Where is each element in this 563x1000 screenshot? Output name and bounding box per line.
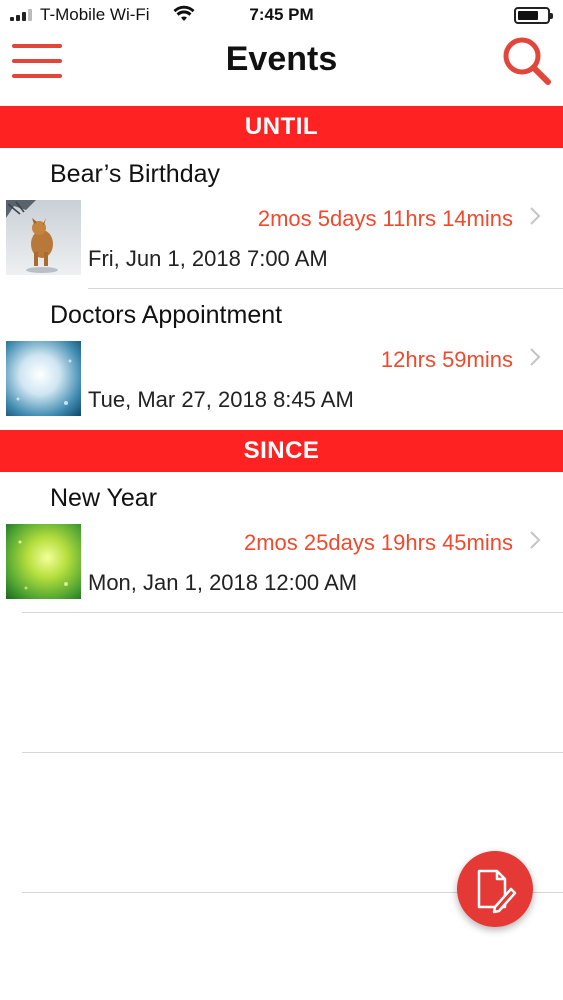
- event-title: Doctors Appointment: [50, 301, 283, 329]
- event-title: Bear’s Birthday: [50, 160, 220, 188]
- new-event-button[interactable]: [457, 851, 533, 927]
- time-remaining: 12hrs 59mins: [380, 347, 513, 372]
- time-remaining: 2mos 5days 11hrs 14mins: [257, 206, 513, 231]
- time-elapsed: 2mos 25days 19hrs 45mins: [243, 530, 513, 555]
- dog-in-snow-photo: [6, 200, 81, 275]
- row-divider: [22, 752, 563, 753]
- cellular-signal-icon: [10, 9, 32, 21]
- event-row-doctors-appointment[interactable]: Doctors Appointment 12hrs 59mins Tue, Ma…: [0, 289, 563, 429]
- chevron-right-icon: [530, 531, 541, 549]
- status-bar: T-Mobile Wi-Fi 7:45 PM: [0, 0, 563, 32]
- section-header-until: UNTIL: [0, 106, 563, 148]
- event-date: Fri, Jun 1, 2018 7:00 AM: [88, 246, 328, 271]
- event-row-bears-birthday[interactable]: Bear’s Birthday 2mos 5days 11hrs 14mins …: [0, 148, 563, 288]
- page-title: Events: [225, 40, 338, 78]
- nav-bar: Events: [0, 32, 563, 106]
- search-icon[interactable]: [500, 32, 556, 88]
- section-header-since: SINCE: [0, 430, 563, 472]
- chevron-right-icon: [530, 348, 541, 366]
- green-bokeh-photo: [6, 524, 81, 599]
- carrier-name: T-Mobile Wi-Fi: [40, 5, 150, 24]
- wifi-icon: [173, 5, 195, 21]
- chevron-right-icon: [530, 207, 541, 225]
- event-date: Tue, Mar 27, 2018 8:45 AM: [88, 387, 354, 412]
- row-divider: [22, 612, 563, 613]
- event-row-new-year[interactable]: New Year 2mos 25days 19hrs 45mins Mon, J…: [0, 472, 563, 612]
- battery-icon: [514, 7, 553, 24]
- event-title: New Year: [50, 484, 158, 512]
- blue-bokeh-photo: [6, 341, 81, 416]
- new-document-edit-icon: [477, 869, 517, 914]
- event-date: Mon, Jan 1, 2018 12:00 AM: [88, 570, 358, 595]
